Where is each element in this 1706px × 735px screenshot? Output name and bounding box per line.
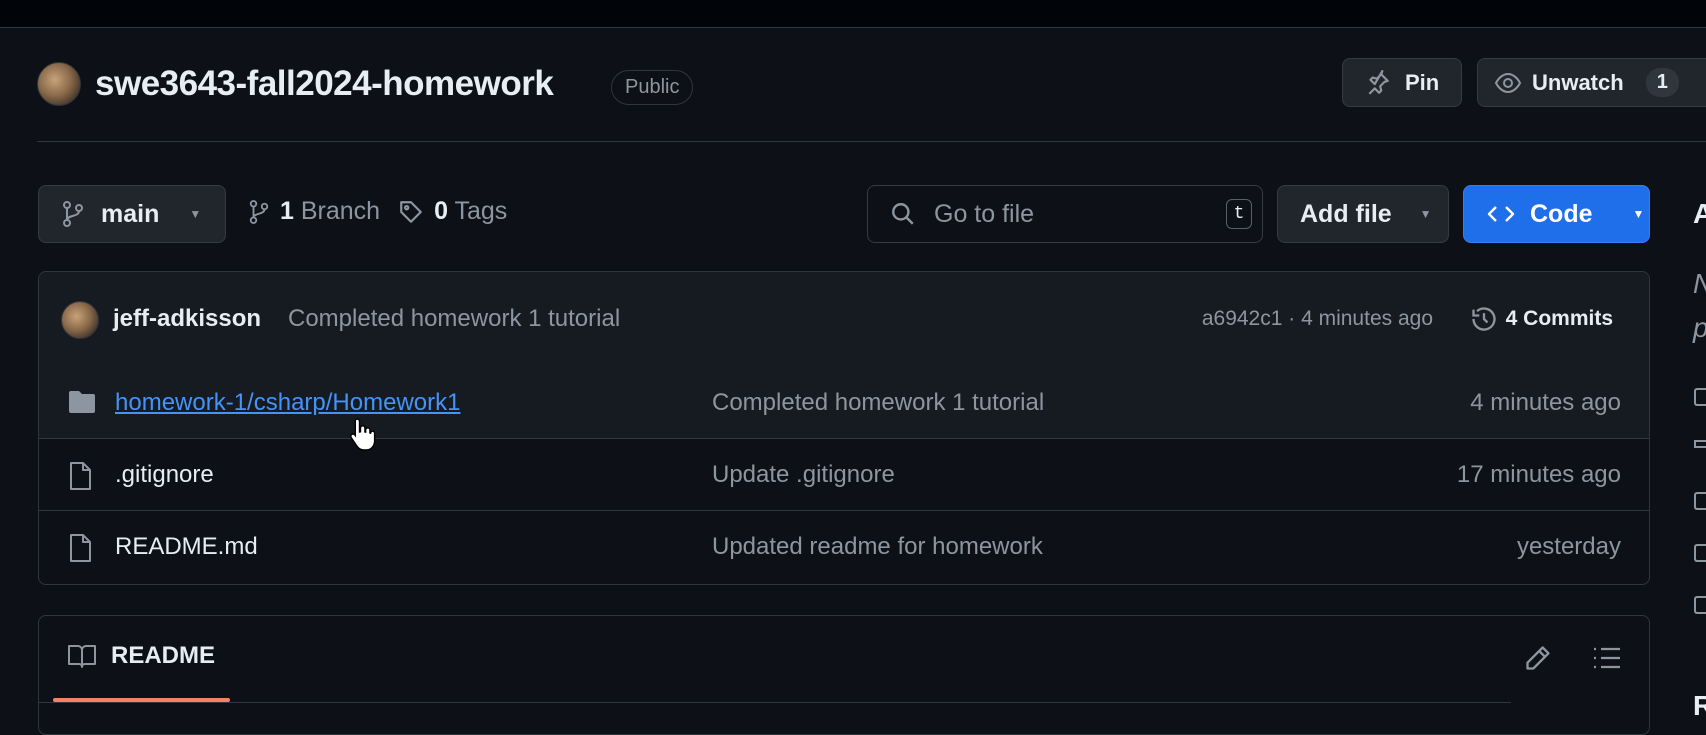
file-icon (67, 461, 93, 491)
browser-top-bar (0, 0, 1706, 28)
tag-count: 0 (434, 197, 448, 225)
file-row[interactable]: .gitignore Update .gitignore 17 minutes … (39, 439, 1649, 511)
visibility-badge: Public (611, 70, 694, 105)
branch-label: Branch (300, 197, 381, 225)
branches-link[interactable]: 1 Branch (280, 197, 380, 226)
repo-name[interactable]: swe3643-fall2024-homework (95, 64, 554, 104)
readme-divider (39, 702, 1511, 703)
outline-list-icon[interactable] (1592, 646, 1622, 670)
star-icon[interactable] (1694, 492, 1706, 510)
readme-link-icon[interactable] (1694, 388, 1706, 406)
eye-icon (1494, 72, 1522, 94)
tag-label: Tags (454, 197, 508, 225)
file-commit-message[interactable]: Update .gitignore (712, 461, 895, 489)
search-input[interactable] (932, 198, 1216, 230)
eye-icon[interactable] (1694, 544, 1706, 562)
history-icon (1470, 305, 1498, 333)
file-row[interactable]: README.md Updated readme for homework ye… (39, 511, 1649, 583)
code-button[interactable]: Code ▼ (1463, 185, 1650, 243)
latest-commit-bar: jeff-adkisson Completed homework 1 tutor… (39, 272, 1649, 368)
readme-panel: README (38, 615, 1650, 735)
readme-tab[interactable]: README (67, 642, 215, 670)
commit-meta[interactable]: a6942c1 · 4 minutes ago (1202, 307, 1433, 331)
file-icon (67, 533, 93, 563)
hand-cursor-icon (349, 417, 377, 451)
about-heading-fragment: A (1693, 198, 1706, 229)
owner-avatar[interactable] (37, 62, 81, 106)
file-row[interactable]: homework-1/csharp/Homework1 Completed ho… (39, 367, 1649, 439)
commits-label: 4 Commits (1505, 307, 1613, 330)
file-name-link[interactable]: homework-1/csharp/Homework1 (115, 389, 460, 417)
code-icon (1486, 202, 1516, 226)
pencil-icon[interactable] (1524, 644, 1552, 672)
activity-icon[interactable] (1694, 440, 1706, 448)
pin-icon (1365, 69, 1391, 96)
commit-author[interactable]: jeff-adkisson (113, 305, 261, 333)
file-commit-message[interactable]: Completed homework 1 tutorial (712, 389, 1044, 417)
unwatch-button[interactable]: Unwatch 1 ▼ (1477, 58, 1706, 107)
unwatch-label: Unwatch (1532, 69, 1624, 95)
releases-heading-fragment: R (1693, 690, 1706, 721)
tag-icon (398, 199, 424, 225)
description-fragment-2: p (1693, 312, 1706, 344)
chevron-down-icon: ▼ (1632, 207, 1645, 221)
commits-link[interactable]: 4 Commits (1470, 305, 1613, 333)
fork-icon[interactable] (1694, 596, 1706, 614)
watch-count: 1 (1645, 68, 1679, 97)
shortcut-key: t (1226, 199, 1252, 229)
chevron-down-icon: ▼ (1419, 207, 1432, 221)
header-divider (37, 141, 1706, 142)
search-icon (890, 201, 916, 227)
add-file-button[interactable]: Add file ▼ (1277, 185, 1449, 243)
readme-tab-label: README (111, 642, 216, 669)
file-commit-message[interactable]: Updated readme for homework (712, 533, 1043, 561)
file-name-link[interactable]: README.md (115, 533, 258, 561)
go-to-file-search[interactable]: t (867, 185, 1263, 243)
code-label: Code (1530, 199, 1593, 228)
tags-link[interactable]: 0 Tags (434, 197, 507, 226)
book-icon (67, 643, 97, 669)
file-name-link[interactable]: .gitignore (115, 461, 214, 489)
pin-button[interactable]: Pin (1342, 58, 1462, 107)
branch-count: 1 (280, 197, 294, 225)
folder-icon (67, 389, 97, 415)
pin-label: Pin (1405, 69, 1440, 95)
commit-author-avatar[interactable] (61, 301, 99, 339)
branch-selector[interactable]: main ▼ (38, 185, 226, 243)
add-file-label: Add file (1300, 199, 1392, 228)
branch-icon (248, 198, 270, 226)
branch-name: main (101, 199, 160, 228)
branch-icon (61, 200, 85, 228)
commit-message[interactable]: Completed homework 1 tutorial (288, 305, 620, 333)
chevron-down-icon: ▼ (189, 207, 202, 221)
file-commit-date: 4 minutes ago (1470, 389, 1621, 416)
file-commit-date: 17 minutes ago (1456, 461, 1621, 488)
description-fragment: N (1693, 268, 1706, 300)
branch-tag-info: 1 Branch 0 Tags (248, 197, 507, 226)
file-commit-date: yesterday (1516, 533, 1621, 560)
file-table: jeff-adkisson Completed homework 1 tutor… (38, 271, 1650, 585)
